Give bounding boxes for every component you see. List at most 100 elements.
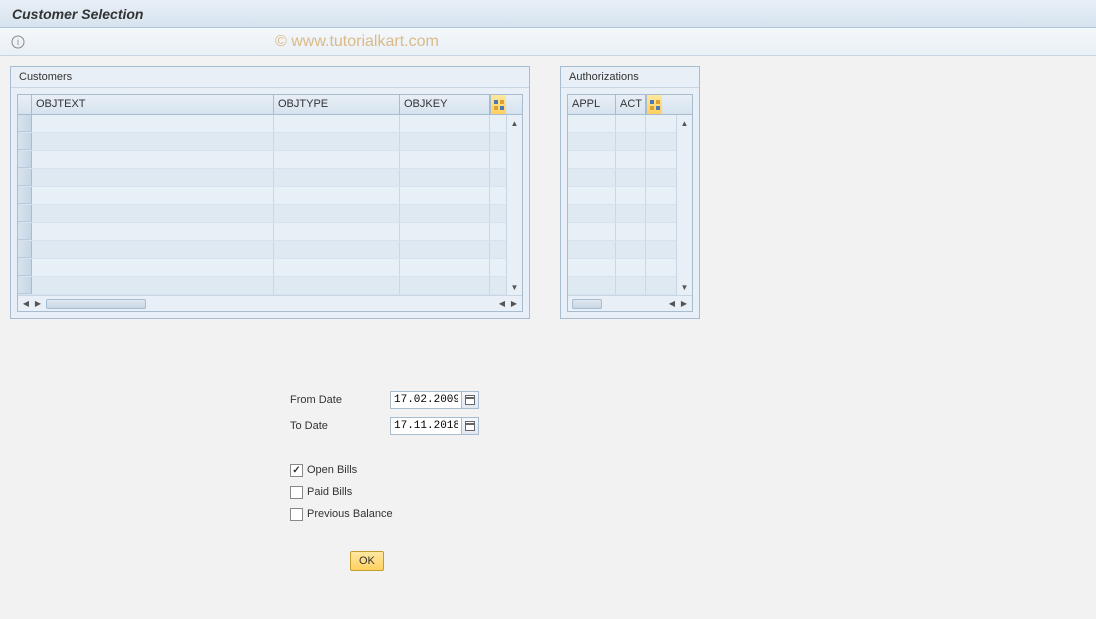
from-date-input[interactable] — [390, 391, 462, 409]
cell-act[interactable] — [616, 205, 646, 222]
to-date-input[interactable] — [390, 417, 462, 435]
cell-objkey[interactable] — [400, 187, 490, 204]
scroll-right-icon[interactable]: ▶ — [678, 298, 690, 310]
cell-objkey[interactable] — [400, 259, 490, 276]
authorizations-vscrollbar[interactable]: ▲ ▼ — [676, 115, 692, 295]
cell-objtype[interactable] — [274, 223, 400, 240]
col-header-objtype[interactable]: OBJTYPE — [274, 95, 400, 114]
to-date-picker-button[interactable] — [461, 417, 479, 435]
cell-appl[interactable] — [568, 277, 616, 294]
table-row[interactable] — [18, 151, 506, 169]
cell-objtype[interactable] — [274, 151, 400, 168]
cell-objtext[interactable] — [32, 259, 274, 276]
table-row[interactable] — [18, 169, 506, 187]
cell-appl[interactable] — [568, 151, 616, 168]
cell-objtype[interactable] — [274, 205, 400, 222]
customers-hscrollbar[interactable]: ◀ ▶ ◀ ▶ — [18, 295, 522, 311]
cell-objtype[interactable] — [274, 277, 400, 294]
table-row[interactable] — [18, 205, 506, 223]
cell-appl[interactable] — [568, 259, 616, 276]
row-selector[interactable] — [18, 241, 32, 258]
ok-button[interactable]: OK — [350, 551, 384, 571]
table-row[interactable] — [18, 187, 506, 205]
authorizations-hscrollbar[interactable]: ◀ ▶ — [568, 295, 692, 311]
cell-appl[interactable] — [568, 205, 616, 222]
cell-objkey[interactable] — [400, 277, 490, 294]
cell-act[interactable] — [616, 187, 646, 204]
cell-act[interactable] — [616, 259, 646, 276]
col-header-appl[interactable]: APPL — [568, 95, 616, 114]
table-row[interactable] — [568, 187, 676, 205]
cell-objtype[interactable] — [274, 241, 400, 258]
table-row[interactable] — [568, 259, 676, 277]
cell-act[interactable] — [616, 115, 646, 132]
table-row[interactable] — [568, 151, 676, 169]
open-bills-checkbox[interactable] — [290, 464, 303, 477]
scroll-down-icon[interactable]: ▼ — [509, 281, 521, 293]
cell-objtype[interactable] — [274, 259, 400, 276]
cell-appl[interactable] — [568, 133, 616, 150]
cell-objtext[interactable] — [32, 241, 274, 258]
table-row[interactable] — [18, 115, 506, 133]
cell-objkey[interactable] — [400, 115, 490, 132]
cell-objkey[interactable] — [400, 169, 490, 186]
table-row[interactable] — [18, 223, 506, 241]
from-date-picker-button[interactable] — [461, 391, 479, 409]
previous-balance-checkbox[interactable] — [290, 508, 303, 521]
paid-bills-checkbox[interactable] — [290, 486, 303, 499]
row-selector[interactable] — [18, 187, 32, 204]
cell-appl[interactable] — [568, 187, 616, 204]
hscroll-track[interactable] — [44, 299, 270, 309]
cell-objtext[interactable] — [32, 187, 274, 204]
table-row[interactable] — [568, 133, 676, 151]
grid-config-icon[interactable] — [490, 95, 506, 114]
cell-act[interactable] — [616, 151, 646, 168]
table-row[interactable] — [18, 277, 506, 295]
row-selector[interactable] — [18, 133, 32, 150]
scroll-thumb[interactable] — [572, 299, 602, 309]
cell-act[interactable] — [616, 133, 646, 150]
cell-act[interactable] — [616, 223, 646, 240]
row-selector[interactable] — [18, 205, 32, 222]
cell-act[interactable] — [616, 241, 646, 258]
row-selector[interactable] — [18, 223, 32, 240]
row-selector[interactable] — [18, 169, 32, 186]
table-row[interactable] — [568, 169, 676, 187]
scroll-thumb[interactable] — [46, 299, 146, 309]
row-selector[interactable] — [18, 259, 32, 276]
scroll-left-end-icon[interactable]: ◀ — [496, 298, 508, 310]
scroll-left-icon[interactable]: ◀ — [20, 298, 32, 310]
cell-act[interactable] — [616, 169, 646, 186]
cell-objkey[interactable] — [400, 151, 490, 168]
cell-objtype[interactable] — [274, 133, 400, 150]
scroll-right-icon[interactable]: ▶ — [32, 298, 44, 310]
scroll-right-end-icon[interactable]: ▶ — [508, 298, 520, 310]
scroll-up-icon[interactable]: ▲ — [679, 117, 691, 129]
cell-objkey[interactable] — [400, 241, 490, 258]
row-selector-header[interactable] — [18, 95, 32, 114]
toolbar-info-icon[interactable]: i — [8, 32, 28, 52]
cell-appl[interactable] — [568, 115, 616, 132]
table-row[interactable] — [568, 241, 676, 259]
cell-objtype[interactable] — [274, 187, 400, 204]
row-selector[interactable] — [18, 151, 32, 168]
table-row[interactable] — [18, 259, 506, 277]
row-selector[interactable] — [18, 277, 32, 294]
col-header-objtext[interactable]: OBJTEXT — [32, 95, 274, 114]
table-row[interactable] — [18, 241, 506, 259]
cell-objtext[interactable] — [32, 223, 274, 240]
cell-objtype[interactable] — [274, 169, 400, 186]
table-row[interactable] — [568, 205, 676, 223]
row-selector[interactable] — [18, 115, 32, 132]
table-row[interactable] — [568, 277, 676, 295]
scroll-left-icon[interactable]: ◀ — [666, 298, 678, 310]
cell-objtext[interactable] — [32, 133, 274, 150]
cell-objtext[interactable] — [32, 151, 274, 168]
cell-objtext[interactable] — [32, 169, 274, 186]
cell-appl[interactable] — [568, 241, 616, 258]
scroll-down-icon[interactable]: ▼ — [679, 281, 691, 293]
cell-objkey[interactable] — [400, 205, 490, 222]
cell-objtext[interactable] — [32, 205, 274, 222]
col-header-objkey[interactable]: OBJKEY — [400, 95, 490, 114]
cell-objtext[interactable] — [32, 277, 274, 294]
